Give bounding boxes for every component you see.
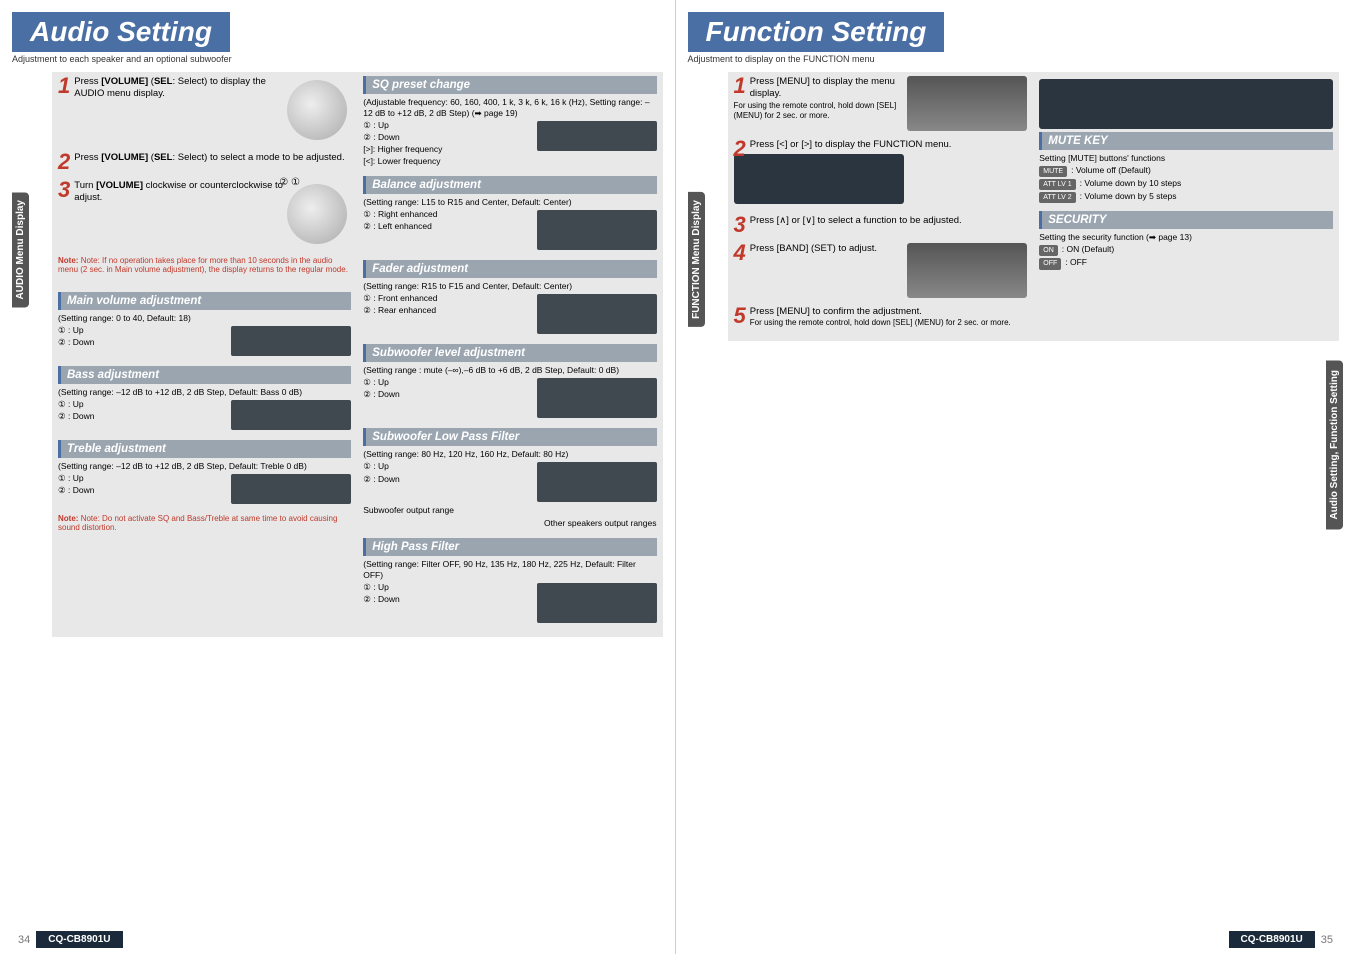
sublpf-body: (Setting range: 80 Hz, 120 Hz, 160 Hz, D… [363,449,656,529]
page-num-34: 34 [18,934,30,946]
hpf-header: High Pass Filter [363,538,656,556]
page-num-35: 35 [1321,934,1333,946]
main-volume-body: (Setting range: 0 to 40, Default: 18) ① … [58,313,351,358]
sublpf-image [537,462,657,502]
function-steps-col: 1 Press [MENU] to display the menu displ… [728,72,1034,341]
mute-body: Setting [MUTE] buttons' functions MUTE: … [1039,153,1333,203]
side-tab-container: AUDIO Menu Display [12,72,52,637]
footer-right: CQ-CB8901U 35 [676,931,1351,948]
on-icon: ON [1039,245,1058,256]
fader-body: (Setting range: R15 to F15 and Center, D… [363,281,656,336]
treble-note: Note: Note: Do not activate SQ and Bass/… [58,514,351,532]
step-1: 1 Press [VOLUME] (SEL: Select) to displa… [58,76,351,144]
main-volume-header: Main volume adjustment [58,292,351,310]
treble-image [231,474,351,504]
hpf-image [537,583,657,623]
mute-icon: MUTE [1039,166,1067,177]
off-icon: OFF [1039,258,1061,269]
device-image-1 [907,76,1027,131]
fader-header: Fader adjustment [363,260,656,278]
sq-body: (Adjustable frequency: 60, 160, 400, 1 k… [363,97,656,168]
step-2: 2 Press [VOLUME] (SEL: Select) to select… [58,152,351,172]
note-steps: Note: Note: If no operation takes place … [58,256,351,274]
step-num-2: 2 [58,152,70,172]
model-left: CQ-CB8901U [36,931,122,948]
fader-image [537,294,657,334]
steps-column: 1 Press [VOLUME] (SEL: Select) to displa… [52,72,357,637]
mute-header: MUTE KEY [1039,132,1333,150]
page-title-right: Function Setting [688,12,945,52]
fstep-4: 4 Press [BAND] (SET) to adjust. [734,243,1028,298]
att-lv2-icon: ATT LV 2 [1039,192,1075,203]
side-tab-function: FUNCTION Menu Display [688,192,705,327]
fstep-3: 3 Press [∧] or [∨] to select a function … [734,215,1028,235]
balance-body: (Setting range: L15 to R15 and Center, D… [363,197,656,252]
function-menu-screen [1039,79,1333,129]
step-num-1: 1 [58,76,70,96]
sq-image [537,121,657,151]
page-title-left: Audio Setting [12,12,230,52]
volume-dial-image-1 [287,80,347,140]
security-header: SECURITY [1039,211,1333,229]
bass-image [231,400,351,430]
page-35: Function Setting Adjustment to display o… [676,0,1351,954]
main-volume-image [231,326,351,356]
subwoofer-header: Subwoofer level adjustment [363,344,656,362]
function-options-col: MUTE KEY Setting [MUTE] buttons' functio… [1033,72,1339,341]
step-num-3: 3 [58,180,70,200]
function-screen-image [734,154,904,204]
security-body: Setting the security function (➡ page 13… [1039,232,1333,269]
volume-dial-image-2: ② ① [287,184,347,244]
fstep-2: 2 Press [<] or [>] to display the FUNCTI… [734,139,1028,207]
right-col-left-page: SQ preset change (Adjustable frequency: … [357,72,662,637]
bass-header: Bass adjustment [58,366,351,384]
balance-header: Balance adjustment [363,176,656,194]
sq-header: SQ preset change [363,76,656,94]
step-3: 3 ② ① Turn [VOLUME] clockwise or counter… [58,180,351,248]
fstep-1: 1 Press [MENU] to display the menu displ… [734,76,1028,131]
treble-header: Treble adjustment [58,440,351,458]
device-image-2 [907,243,1027,298]
subwoofer-image [537,378,657,418]
right-side-tab: Audio Setting, Function Setting [1326,360,1343,529]
sublpf-header: Subwoofer Low Pass Filter [363,428,656,446]
balance-image [537,210,657,250]
bass-body: (Setting range: –12 dB to +12 dB, 2 dB S… [58,387,351,432]
side-tab-container-right: FUNCTION Menu Display [688,72,728,341]
side-tab-audio: AUDIO Menu Display [12,192,29,307]
fstep-5: 5 Press [MENU] to confirm the adjustment… [734,306,1028,329]
treble-body: (Setting range: –12 dB to +12 dB, 2 dB S… [58,461,351,506]
model-right: CQ-CB8901U [1229,931,1315,948]
subwoofer-body: (Setting range : mute (–∞),–6 dB to +6 d… [363,365,656,420]
footer-left: 34 CQ-CB8901U [0,931,675,948]
hpf-body: (Setting range: Filter OFF, 90 Hz, 135 H… [363,559,656,625]
subtitle-right: Adjustment to display on the FUNCTION me… [688,54,1340,64]
subtitle-left: Adjustment to each speaker and an option… [12,54,663,64]
page-34: Audio Setting Adjustment to each speaker… [0,0,676,954]
att-lv1-icon: ATT LV 1 [1039,179,1075,190]
